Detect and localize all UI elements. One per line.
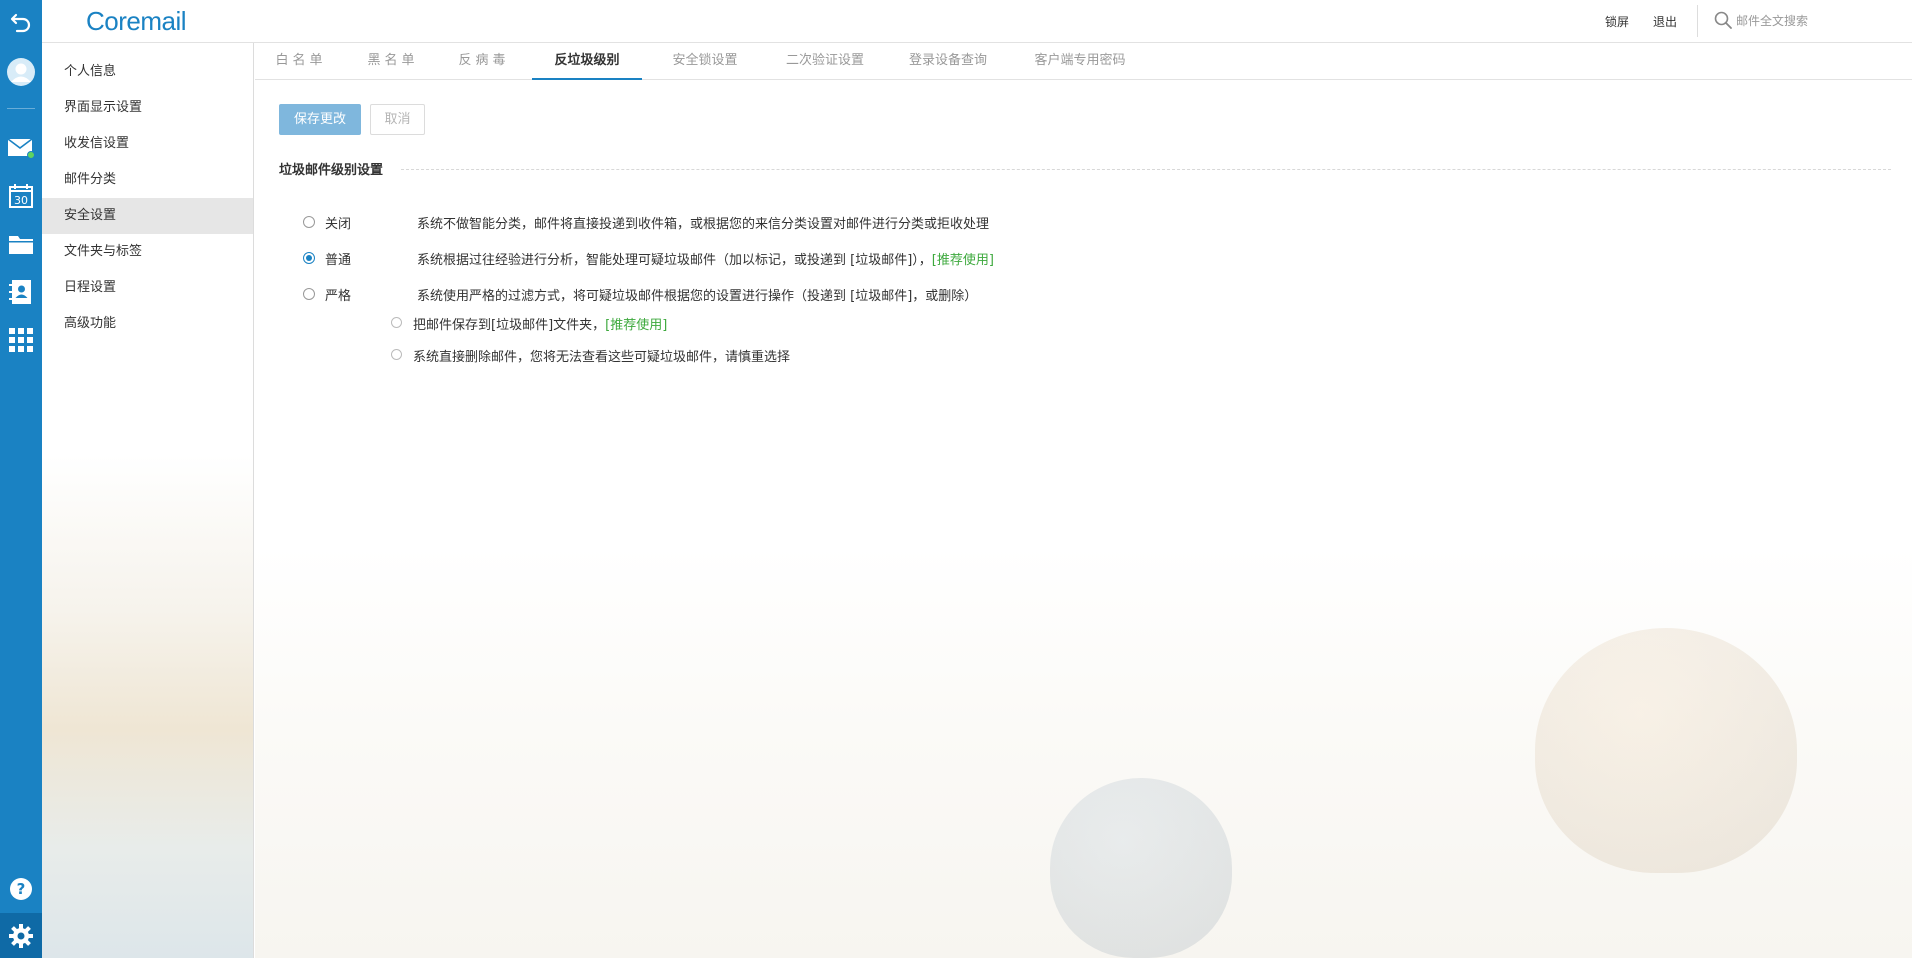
sidebar-item-send-receive[interactable]: 收发信设置 <box>42 126 253 162</box>
security-tabs: 白名单 黑名单 反病毒 反垃圾级别 安全锁设置 二次验证设置 登录设备查询 客户… <box>255 43 1912 80</box>
option-desc-strict: 系统使用严格的过滤方式，将可疑垃圾邮件根据您的设置进行操作（投递到 [垃圾邮件]… <box>417 289 978 304</box>
option-desc-off: 系统不做智能分类，邮件将直接投递到收件箱，或根据您的来信分类设置对邮件进行分类或… <box>417 217 990 232</box>
svg-text:?: ? <box>17 880 26 898</box>
sub-recommend-tag: [推荐使用] <box>605 318 668 333</box>
tab-two-step-verification[interactable]: 二次验证设置 <box>775 43 875 80</box>
tab-whitelist[interactable]: 白名单 <box>275 43 327 80</box>
sub-option-delete-directly[interactable]: 系统直接删除邮件，您将无法查看这些可疑垃圾邮件，请慎重选择 <box>413 346 790 365</box>
settings-sidebar: 个人信息 界面显示设置 收发信设置 邮件分类 安全设置 文件夹与标签 日程设置 … <box>42 43 254 958</box>
section-divider <box>401 169 1891 170</box>
sub-option-save-to-spam[interactable]: 把邮件保存到[垃圾邮件]文件夹，[推荐使用] <box>413 314 667 333</box>
save-changes-button[interactable]: 保存更改 <box>279 104 361 135</box>
folder-icon[interactable] <box>0 226 42 262</box>
section-title: 垃圾邮件级别设置 <box>279 163 384 178</box>
option-label-normal[interactable]: 普通 <box>325 249 351 268</box>
option-desc-normal: 系统根据过往经验进行分析，智能处理可疑垃圾邮件（加以标记，或投递到 [垃圾邮件]… <box>417 249 994 268</box>
avatar-icon[interactable] <box>0 54 42 90</box>
option-label-strict[interactable]: 严格 <box>325 285 351 304</box>
sidebar-item-display[interactable]: 界面显示设置 <box>42 90 253 126</box>
main-content: 白名单 黑名单 反病毒 反垃圾级别 安全锁设置 二次验证设置 登录设备查询 客户… <box>255 43 1912 958</box>
tab-login-devices[interactable]: 登录设备查询 <box>898 43 998 80</box>
radio-delete-directly[interactable] <box>391 349 402 360</box>
app-logo: Coremail <box>86 6 187 36</box>
tab-antivirus[interactable]: 反病毒 <box>458 43 510 80</box>
sub-option-save-text: 把邮件保存到[垃圾邮件]文件夹， <box>413 318 606 333</box>
back-icon[interactable] <box>0 4 42 40</box>
sidebar-item-security[interactable]: 安全设置 <box>42 198 253 234</box>
calendar-day: 30 <box>14 194 28 207</box>
radio-save-to-spam[interactable] <box>391 317 402 328</box>
tab-blacklist[interactable]: 黑名单 <box>367 43 419 80</box>
sidebar-item-advanced[interactable]: 高级功能 <box>42 306 253 342</box>
tab-client-password[interactable]: 客户端专用密码 <box>1025 43 1135 80</box>
top-header: Coremail 锁屏 退出 <box>42 0 1912 43</box>
header-divider <box>1697 5 1698 37</box>
sidebar-item-personal-info[interactable]: 个人信息 <box>42 54 253 90</box>
radio-off[interactable] <box>303 216 315 228</box>
radio-strict[interactable] <box>303 288 315 300</box>
icon-rail: 30 ? <box>0 0 42 958</box>
calendar-icon[interactable]: 30 <box>0 178 42 214</box>
apps-grid-icon[interactable] <box>0 322 42 358</box>
option-desc-normal-text: 系统根据过往经验进行分析，智能处理可疑垃圾邮件（加以标记，或投递到 [垃圾邮件]… <box>417 253 932 268</box>
cancel-button[interactable]: 取消 <box>370 104 425 135</box>
lock-screen-link[interactable]: 锁屏 <box>1605 13 1629 30</box>
rail-divider <box>7 108 35 109</box>
search-icon[interactable] <box>1714 11 1732 33</box>
balloon-decoration-small <box>1050 778 1232 958</box>
logout-link[interactable]: 退出 <box>1653 13 1677 30</box>
balloon-decoration-large <box>1535 628 1797 873</box>
recommend-tag: [推荐使用] <box>931 253 994 268</box>
radio-normal[interactable] <box>303 252 315 264</box>
option-label-off[interactable]: 关闭 <box>325 213 351 232</box>
sidebar-item-calendar[interactable]: 日程设置 <box>42 270 253 306</box>
gear-icon[interactable] <box>0 913 42 958</box>
help-icon[interactable]: ? <box>0 871 42 907</box>
tab-antispam-level[interactable]: 反垃圾级别 <box>532 43 642 80</box>
contacts-icon[interactable] <box>0 274 42 310</box>
mail-icon[interactable] <box>0 130 42 166</box>
sidebar-item-folders-tags[interactable]: 文件夹与标签 <box>42 234 253 270</box>
sidebar-item-mail-sort[interactable]: 邮件分类 <box>42 162 253 198</box>
search-input[interactable] <box>1736 10 1896 32</box>
tab-security-lock[interactable]: 安全锁设置 <box>660 43 750 80</box>
